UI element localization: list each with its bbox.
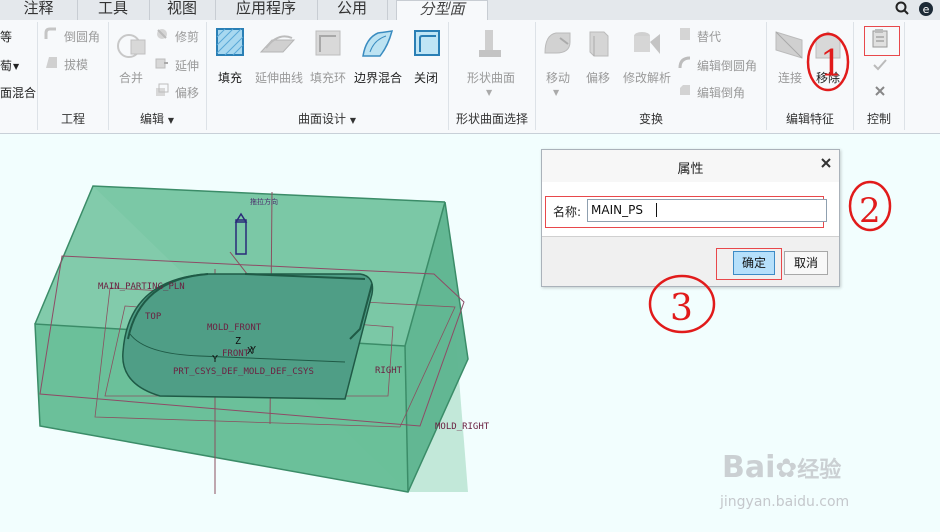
axis-y-label-front: Y [212, 354, 218, 365]
partial-item-2[interactable]: 萄 [0, 57, 12, 74]
trim-button[interactable]: 修剪 [175, 28, 199, 45]
group-label-control: 控制 [866, 112, 891, 126]
prt-csys-label: PRT_CSYS_DEF_MOLD_DEF_CSYS [173, 367, 314, 377]
offset-button[interactable]: 偏移 [175, 84, 199, 101]
replace-icon [678, 27, 692, 41]
top-datum-label: TOP [145, 312, 162, 322]
front-datum-label: FRONT [222, 349, 250, 359]
boundary-blend-button[interactable]: 边界混合 [352, 69, 404, 86]
fill-loop-icon [312, 28, 344, 58]
group-label-edit-feature: 编辑特征 [785, 112, 834, 126]
group-label-surface-design[interactable]: 曲面设计 ▼ [207, 110, 447, 127]
fill-icon [216, 28, 244, 56]
main-parting-label: MAIN_PARTING_PLN [98, 282, 185, 292]
fill-loop-button[interactable]: 填充环 [306, 69, 350, 86]
dropdown-arrow-icon[interactable]: ▼ [486, 88, 492, 97]
tab-annotate[interactable]: 注释 [0, 0, 78, 20]
annotation-1: 1 [806, 32, 850, 92]
group-label-engineering: 工程 [60, 112, 85, 126]
svg-text:e: e [923, 3, 930, 16]
checkmark-icon[interactable] [872, 58, 888, 72]
close-surface-button[interactable]: 关闭 [406, 69, 446, 86]
annotation-3: 3 [648, 274, 716, 334]
dialog-body: 名称: MAIN_PS [542, 182, 839, 237]
dialog-title-bar[interactable]: 属性 [542, 150, 839, 183]
merge-button[interactable]: 合并 [110, 69, 152, 86]
round-icon [44, 27, 58, 41]
shape-surface-icon [477, 28, 503, 60]
dropdown-arrow-icon[interactable]: ▼ [13, 62, 19, 71]
dialog-title: 属性 [677, 162, 704, 177]
extend-icon [155, 56, 169, 70]
right-datum-label: RIGHT [375, 366, 403, 376]
partial-item-1[interactable]: 等 [0, 28, 12, 45]
edit-round-icon [678, 56, 692, 70]
svg-text:1: 1 [820, 44, 843, 85]
move-icon [542, 28, 574, 60]
close-icon[interactable] [874, 85, 886, 97]
tab-tools[interactable]: 工具 [77, 0, 150, 20]
close-icon[interactable] [820, 157, 832, 169]
search-icon[interactable] [895, 1, 909, 15]
mold-front-label: MOLD_FRONT [207, 323, 262, 333]
ribbon: 等 萄 ▼ 面混合 倒圆角 拔模 工程 合并 修剪 延伸 偏移 编辑 ▼ 填充 … [0, 20, 940, 134]
trim-icon [155, 27, 169, 41]
watermark-brand: Bai✿经验 [722, 450, 842, 485]
name-label: 名称: [553, 205, 582, 219]
shape-surface-button[interactable]: 形状曲面 [458, 69, 524, 86]
offset-transform-button[interactable]: 偏移 [580, 69, 616, 86]
replace-button[interactable]: 替代 [697, 28, 721, 45]
draft-icon [44, 55, 58, 69]
tab-parting-surface[interactable]: 分型面 [396, 0, 488, 22]
dropdown-arrow-icon[interactable]: ▼ [553, 88, 559, 97]
modify-analytic-button[interactable]: 修改解析 [620, 69, 674, 86]
ok-button[interactable]: 确定 [733, 251, 775, 275]
fill-button[interactable]: 填充 [210, 69, 250, 86]
cancel-button[interactable]: 取消 [784, 251, 828, 275]
annotation-2: 2 [848, 180, 892, 232]
pull-direction-label: 拖拉方向 [250, 197, 278, 206]
edit-round-button[interactable]: 编辑倒圆角 [697, 57, 757, 74]
extend-curve-button[interactable]: 延伸曲线 [252, 69, 306, 86]
offset-icon [155, 83, 169, 97]
boundary-blend-icon [360, 28, 394, 60]
group-label-shape-select: 形状曲面选择 [455, 112, 528, 126]
axis-z-label: Z [235, 336, 241, 347]
name-input[interactable]: MAIN_PS [587, 199, 827, 222]
round-button[interactable]: 倒圆角 [64, 28, 100, 45]
properties-dialog: 属性 名称: MAIN_PS 确定 取消 [541, 149, 840, 287]
merge-icon [115, 30, 149, 64]
move-button[interactable]: 移动 [540, 69, 576, 86]
tab-applications[interactable]: 应用程序 [215, 0, 318, 20]
extend-button[interactable]: 延伸 [175, 57, 199, 74]
edit-chamfer-icon [678, 83, 692, 97]
close-surface-icon [412, 28, 442, 58]
group-label-edit[interactable]: 编辑 ▼ [109, 110, 205, 127]
edit-chamfer-button[interactable]: 编辑倒角 [697, 84, 745, 101]
watermark-url: jingyan.baidu.com [720, 494, 850, 510]
draft-button[interactable]: 拔模 [64, 56, 88, 73]
help-icon[interactable]: e [918, 1, 934, 17]
ribbon-tab-bar: 注释 工具 视图 应用程序 公用 分型面 e [0, 0, 940, 22]
group-label-transform: 变换 [638, 112, 663, 126]
mold-right-label: MOLD_RIGHT [435, 422, 490, 432]
modify-analytic-icon [630, 28, 662, 60]
offset-transform-icon [584, 28, 612, 60]
partial-item-3[interactable]: 面混合 [0, 84, 36, 101]
tab-common[interactable]: 公用 [317, 0, 388, 20]
svg-text:2: 2 [859, 191, 881, 231]
extend-curve-icon [258, 30, 296, 58]
svg-text:3: 3 [670, 288, 693, 329]
tab-view[interactable]: 视图 [149, 0, 216, 20]
